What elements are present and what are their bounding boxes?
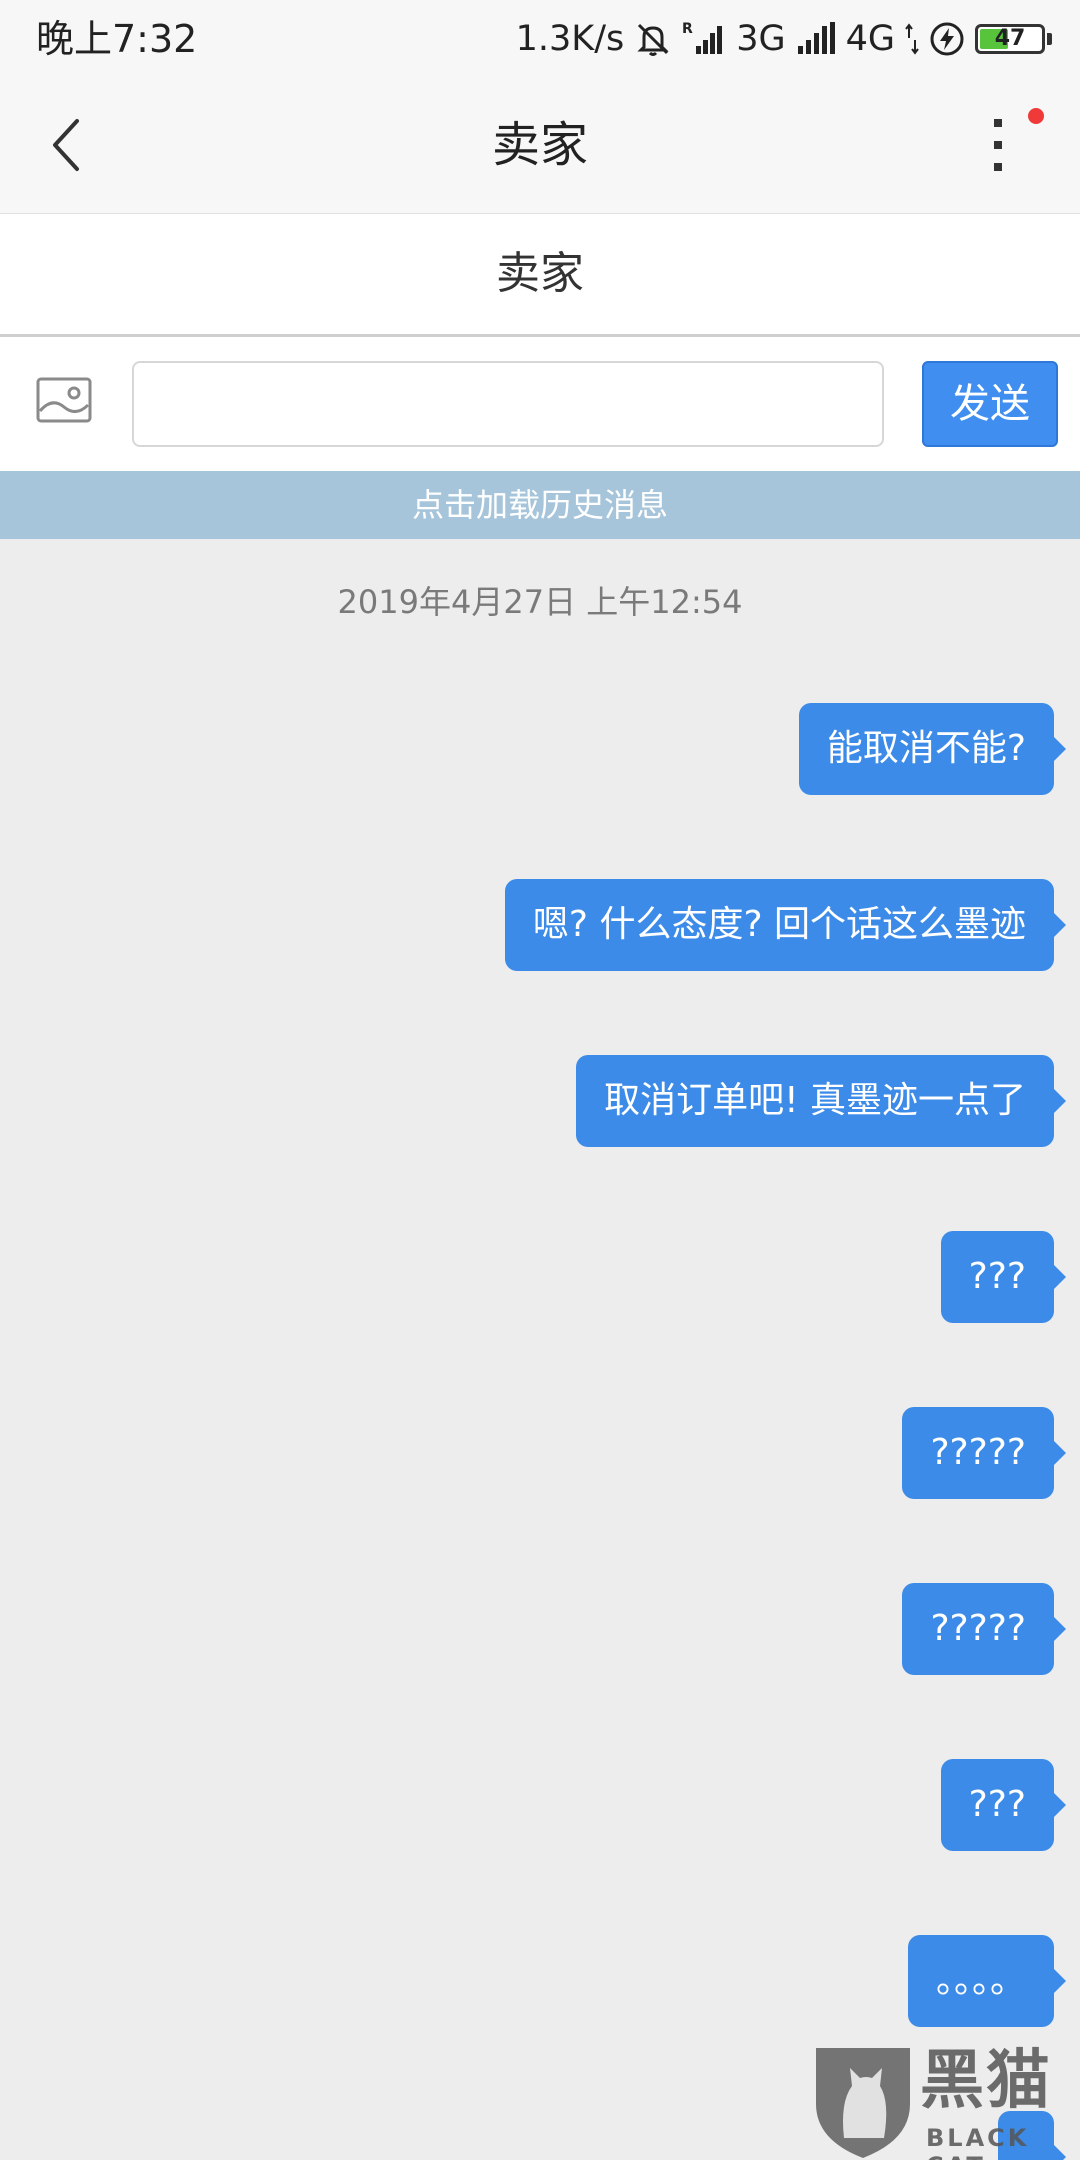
- data-arrows-icon: [905, 20, 919, 58]
- notification-dot: [1028, 108, 1044, 124]
- title-bar: 卖家: [0, 78, 1080, 214]
- message-bubble[interactable]: ???: [940, 1231, 1067, 1323]
- signal-roaming-icon: R: [682, 20, 726, 58]
- image-icon: [36, 377, 92, 423]
- charging-icon: [929, 21, 965, 57]
- message-bubble[interactable]: 嗯? 什么态度? 回个话这么墨迹: [504, 879, 1067, 971]
- message-bubble[interactable]: 能取消不能?: [798, 703, 1067, 795]
- battery-icon: 47: [975, 24, 1045, 54]
- more-vertical-icon: [994, 119, 1002, 171]
- message-bubble[interactable]: 。。。。: [907, 1935, 1067, 2027]
- watermark-brand: 黑猫: [920, 2044, 1052, 2118]
- cat-shield-icon: [816, 2048, 910, 2158]
- chat-partner-name: 卖家: [0, 214, 1080, 337]
- net-speed: 1.3K/s: [515, 19, 625, 59]
- mute-icon: [634, 20, 672, 58]
- message-bubble[interactable]: ?????: [902, 1407, 1066, 1499]
- page-title: 卖家: [491, 117, 588, 173]
- message-bubble[interactable]: ?????: [902, 1583, 1066, 1675]
- chat-screen: 晚上7:32 1.3K/s R 3G 4G 47 卖家 卖家 发送 点击加载历史…: [0, 0, 1080, 2160]
- message-bubble[interactable]: 取消订单吧! 真墨迹一点了: [576, 1055, 1066, 1147]
- input-bar: 发送: [0, 337, 1080, 471]
- network-label-3g: 3G: [736, 19, 786, 59]
- network-label-4g: 4G: [845, 19, 895, 59]
- status-time: 晚上7:32: [36, 17, 198, 61]
- watermark-subtitle: BLACK CAT: [926, 2124, 1030, 2160]
- status-indicators: 1.3K/s R 3G 4G 47: [516, 14, 1052, 64]
- load-history-button[interactable]: 点击加载历史消息: [0, 471, 1080, 539]
- message-bubble[interactable]: ???: [940, 1759, 1067, 1851]
- watermark: 黑猫 BLACK CAT: [810, 2042, 1080, 2160]
- message-timestamp: 2019年4月27日 上午12:54: [337, 583, 743, 621]
- message-input[interactable]: [132, 361, 884, 447]
- battery-tip: [1047, 33, 1052, 45]
- battery-level: 47: [994, 26, 1026, 51]
- status-bar: 晚上7:32 1.3K/s R 3G 4G 47: [0, 0, 1080, 78]
- image-picker-button[interactable]: [36, 377, 92, 423]
- back-button[interactable]: [22, 100, 112, 190]
- send-button[interactable]: 发送: [922, 361, 1058, 447]
- svg-text:R: R: [682, 21, 693, 37]
- back-arrow-icon: [53, 119, 79, 171]
- more-menu-button[interactable]: [958, 100, 1038, 190]
- signal-icon: [796, 20, 836, 58]
